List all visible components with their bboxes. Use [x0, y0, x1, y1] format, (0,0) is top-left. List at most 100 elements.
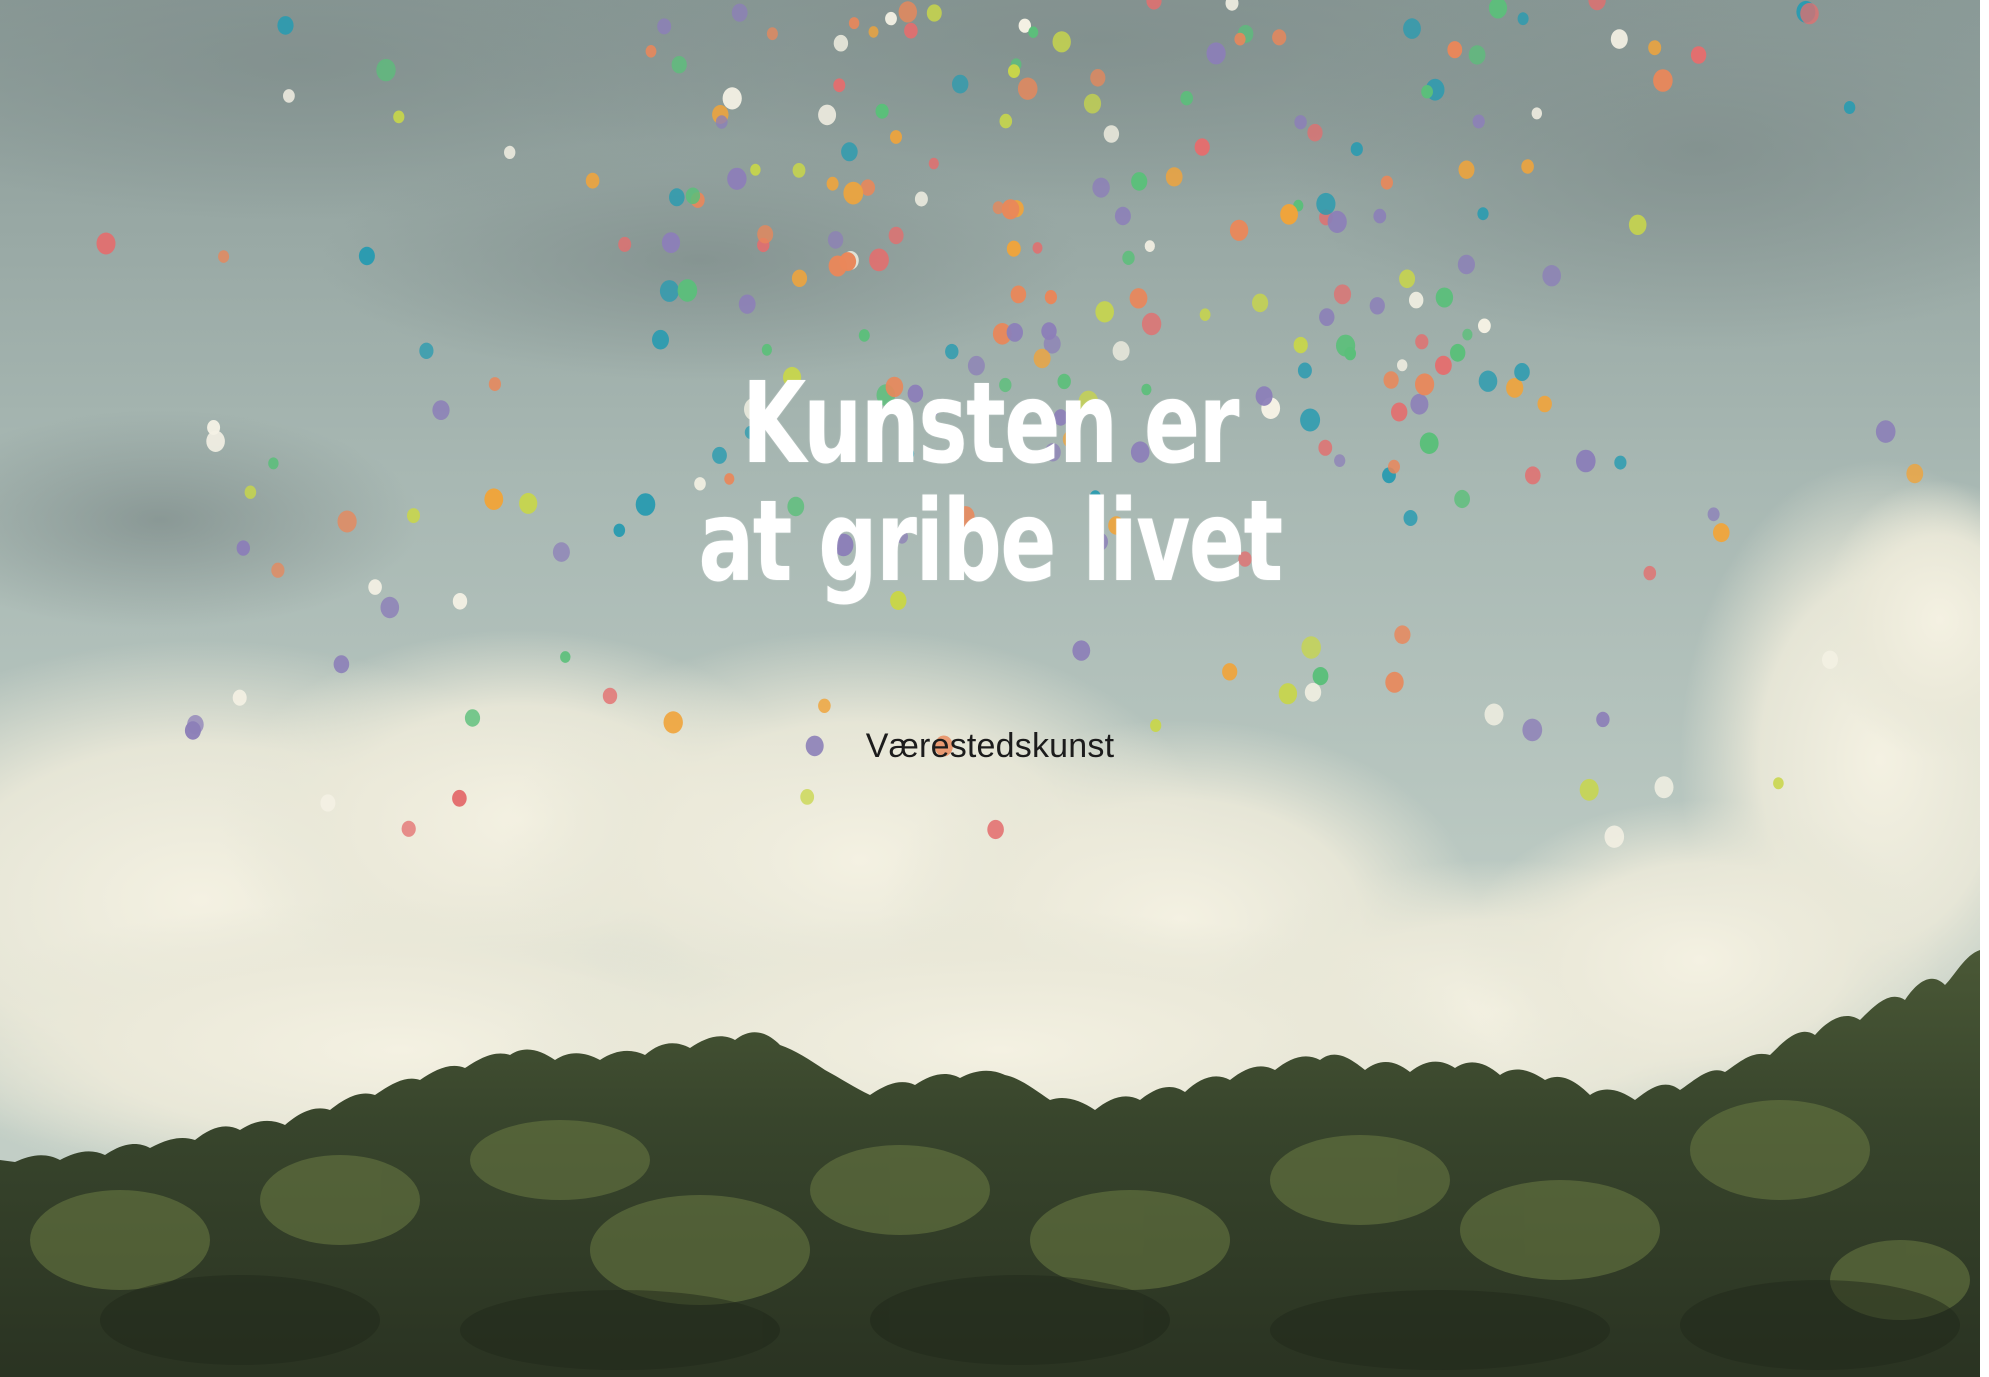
- balloon: [333, 655, 350, 674]
- balloon: [1114, 206, 1131, 226]
- balloon: [657, 18, 672, 35]
- balloon: [999, 113, 1013, 129]
- balloon: [1521, 159, 1534, 174]
- balloon: [757, 225, 774, 244]
- balloon: [1041, 322, 1057, 340]
- balloon: [1579, 778, 1599, 801]
- balloon: [791, 269, 808, 287]
- balloon: [1017, 77, 1038, 100]
- balloon: [875, 103, 889, 119]
- balloon: [1280, 204, 1298, 225]
- balloon: [722, 87, 742, 110]
- balloon: [419, 342, 434, 359]
- balloon: [1344, 346, 1356, 361]
- balloon: [945, 343, 959, 360]
- balloon: [792, 163, 806, 178]
- balloon: [1906, 463, 1924, 484]
- balloon: [401, 820, 416, 837]
- balloon: [232, 689, 247, 706]
- balloon: [1222, 663, 1238, 681]
- balloon: [1628, 214, 1647, 235]
- balloon: [685, 187, 701, 205]
- balloon: [826, 176, 839, 191]
- balloon: [618, 236, 632, 252]
- balloon: [560, 651, 571, 663]
- balloon: [1327, 210, 1347, 233]
- balloon: [868, 26, 879, 38]
- balloon: [1278, 683, 1298, 705]
- balloon: [1194, 138, 1210, 156]
- balloon: [1350, 142, 1363, 157]
- balloon: [1596, 711, 1610, 728]
- balloon: [1800, 2, 1819, 25]
- balloon: [1229, 219, 1249, 241]
- balloon: [1010, 285, 1027, 304]
- balloon: [1462, 328, 1473, 341]
- balloon: [358, 246, 375, 266]
- balloon: [1843, 101, 1856, 114]
- balloon: [1399, 269, 1416, 289]
- balloon: [1199, 308, 1211, 322]
- balloon: [1165, 167, 1183, 187]
- balloon: [1095, 301, 1114, 323]
- balloon: [750, 163, 761, 176]
- balloon: [858, 329, 870, 342]
- balloon: [1008, 64, 1020, 78]
- balloon: [898, 1, 917, 23]
- balloon: [1032, 242, 1043, 254]
- balloon: [1654, 776, 1674, 799]
- balloon: [1072, 640, 1091, 661]
- balloons-sky-photo: [0, 0, 1980, 1377]
- balloon: [244, 485, 257, 499]
- balloon: [827, 231, 844, 249]
- balloon: [1468, 45, 1486, 65]
- balloon: [283, 89, 295, 103]
- headline: Kunsten er at gribe livet: [257, 365, 1722, 601]
- balloon: [1180, 91, 1193, 106]
- balloon: [1319, 308, 1335, 326]
- balloon: [602, 687, 618, 705]
- balloon: [1122, 250, 1135, 265]
- balloon: [952, 74, 969, 94]
- balloon: [393, 110, 405, 124]
- balloon: [1653, 69, 1673, 92]
- balloon: [833, 78, 846, 93]
- balloon: [738, 294, 756, 314]
- balloon: [1129, 288, 1148, 309]
- balloon: [1301, 636, 1321, 659]
- balloon: [1421, 85, 1433, 99]
- balloon: [206, 430, 225, 452]
- balloon: [1409, 291, 1424, 309]
- balloon: [1517, 12, 1529, 26]
- balloon: [1450, 343, 1466, 362]
- balloon: [1131, 172, 1148, 191]
- balloon: [869, 248, 889, 272]
- balloon: [1252, 293, 1269, 313]
- balloon: [504, 145, 516, 159]
- balloon: [885, 11, 897, 26]
- balloon: [1090, 69, 1106, 87]
- balloon: [1028, 26, 1039, 38]
- balloon: [1773, 777, 1784, 790]
- balloon: [1006, 240, 1021, 257]
- balloon: [1272, 29, 1287, 46]
- balloon: [1144, 240, 1155, 253]
- balloon: [1293, 336, 1308, 354]
- balloon: [1477, 207, 1489, 221]
- balloon: [888, 226, 904, 245]
- balloon: [1435, 287, 1454, 308]
- balloon: [1403, 18, 1421, 39]
- balloon: [1385, 671, 1404, 693]
- balloon: [914, 191, 928, 207]
- balloon: [661, 232, 681, 254]
- balloon: [904, 22, 918, 39]
- balloon: [1316, 192, 1336, 215]
- balloon: [1875, 420, 1896, 443]
- balloon: [1484, 703, 1504, 726]
- balloon: [1478, 318, 1491, 334]
- balloon: [1333, 284, 1352, 305]
- balloon: [659, 280, 679, 302]
- balloon: [987, 819, 1004, 840]
- balloon: [1304, 682, 1322, 702]
- balloon: [585, 172, 600, 189]
